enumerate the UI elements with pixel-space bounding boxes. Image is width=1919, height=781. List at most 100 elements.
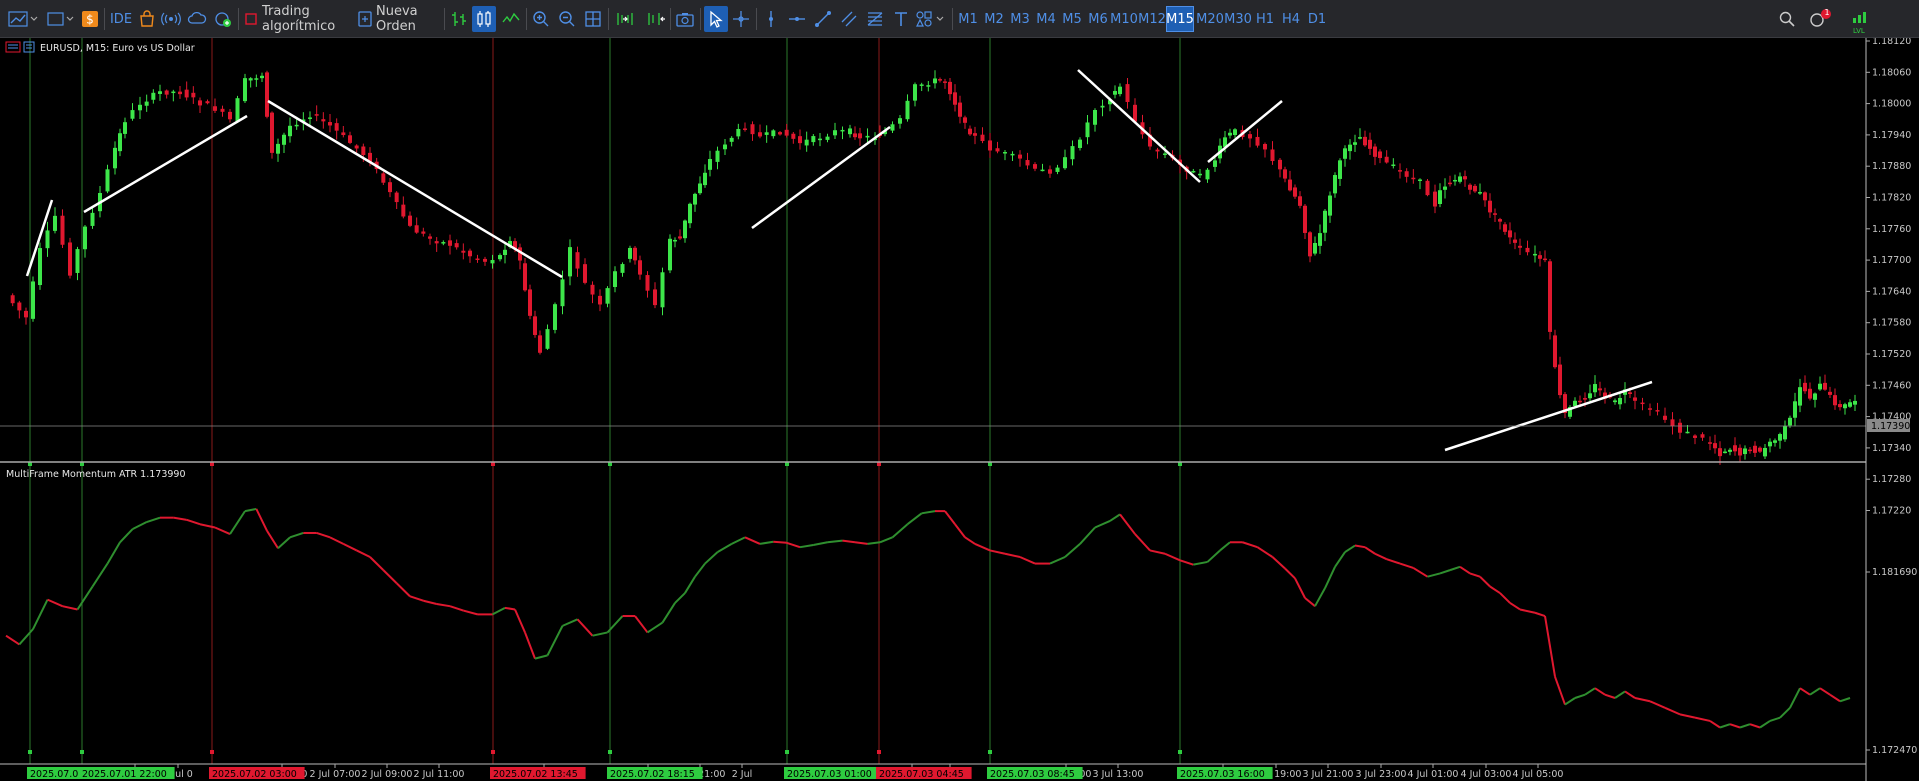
level-label: LVL — [1853, 27, 1865, 35]
candle-body — [421, 231, 426, 234]
candle-body — [1438, 190, 1442, 205]
candle-body — [1593, 384, 1597, 393]
algo-trading-icon[interactable] — [244, 6, 258, 32]
candle-body — [394, 192, 399, 203]
crosshair-icon[interactable] — [730, 6, 752, 32]
timeframe-m6[interactable]: M6 — [1086, 6, 1110, 32]
horizontal-line-icon[interactable] — [786, 6, 808, 32]
candle-body — [1078, 139, 1082, 148]
timeframe-h4[interactable]: H4 — [1280, 6, 1302, 32]
candle-body — [1803, 382, 1807, 392]
bar-chart-icon[interactable] — [448, 6, 470, 32]
candle-body — [804, 139, 809, 146]
candle-body — [771, 130, 776, 137]
vps-add-icon[interactable] — [212, 6, 234, 32]
candle-body — [1353, 142, 1357, 145]
candle-body — [294, 124, 299, 127]
timeframe-h1[interactable]: H1 — [1254, 6, 1276, 32]
price-tick-label: 1.17460 — [1872, 380, 1911, 391]
chart-shift-icon[interactable] — [642, 6, 668, 32]
candle-body — [853, 133, 857, 138]
screenshot-icon[interactable] — [674, 6, 696, 32]
ide-button[interactable]: IDE — [108, 6, 134, 32]
zoom-in-icon[interactable] — [530, 6, 552, 32]
cursor-icon[interactable] — [704, 6, 728, 32]
dollar-icon[interactable]: $ — [80, 6, 100, 32]
line-chart-icon[interactable] — [500, 6, 522, 32]
candle-body — [1738, 447, 1742, 456]
candle-body — [736, 128, 741, 137]
candle-body — [414, 225, 419, 233]
candle-body — [1853, 400, 1857, 405]
candle-body — [10, 295, 15, 304]
candle-body — [151, 92, 156, 100]
candle-body — [1163, 153, 1167, 155]
candle-body — [683, 220, 687, 239]
candle-body — [1655, 410, 1660, 412]
channel-icon[interactable] — [838, 6, 860, 32]
timeframe-m15[interactable]: M15 — [1166, 6, 1194, 32]
candle-body — [811, 136, 816, 143]
timeframe-m2[interactable]: M2 — [982, 6, 1006, 32]
candle-body — [1518, 245, 1522, 248]
candle-body — [408, 215, 412, 226]
vertical-line-icon[interactable] — [760, 6, 782, 32]
new-order-icon[interactable] — [358, 6, 372, 32]
candle-body — [660, 272, 665, 308]
timeframe-m20[interactable]: M20 — [1196, 6, 1224, 32]
fibonacci-icon[interactable] — [864, 6, 886, 32]
algo-trading-button[interactable]: Trading algorítmico — [262, 4, 354, 34]
timeframe-d1[interactable]: D1 — [1306, 6, 1328, 32]
auto-scroll-icon[interactable] — [612, 6, 638, 32]
candle-body — [1488, 200, 1492, 213]
candle-body — [1125, 84, 1130, 102]
chart-area[interactable]: 1.18120 1.18060 1.18000 1.17940 1.17880 1.178… — [0, 38, 1919, 781]
cloud-icon[interactable] — [186, 6, 208, 32]
candle-body — [448, 240, 452, 246]
timeframe-m1[interactable]: M1 — [956, 6, 980, 32]
chart-type-icon[interactable] — [6, 6, 40, 32]
candle-body — [1613, 400, 1617, 403]
timeframe-m3[interactable]: M3 — [1008, 6, 1032, 32]
candle-body — [1463, 176, 1467, 180]
candle-body — [1533, 253, 1537, 256]
candle-body — [1808, 388, 1812, 399]
candle-body — [1813, 393, 1817, 400]
shapes-menu-icon[interactable] — [914, 6, 948, 32]
candle-body — [1373, 146, 1377, 157]
candle-body — [568, 247, 572, 277]
market-bag-icon[interactable] — [136, 6, 158, 32]
search-icon[interactable] — [1776, 6, 1798, 32]
tile-windows-icon[interactable] — [582, 6, 604, 32]
candle-body — [1793, 401, 1797, 418]
timeframe-m5[interactable]: M5 — [1060, 6, 1084, 32]
price-tick-label: 1.18120 — [1872, 38, 1911, 47]
candle-body — [953, 92, 957, 105]
candle-body — [334, 123, 339, 131]
timeframe-m10[interactable]: M10 — [1110, 6, 1138, 32]
timeframe-m4[interactable]: M4 — [1034, 6, 1058, 32]
candle-body — [1425, 180, 1430, 196]
candle-body — [1100, 105, 1105, 108]
candle-body — [1728, 449, 1732, 452]
candle-body — [401, 204, 406, 217]
trendline-icon[interactable] — [812, 6, 834, 32]
new-order-button[interactable]: Nueva Orden — [376, 4, 438, 34]
text-tool-icon[interactable] — [890, 6, 912, 32]
candle-body — [158, 91, 162, 94]
candle-body — [248, 78, 253, 81]
signal-icon[interactable] — [160, 6, 182, 32]
candle-body — [988, 140, 992, 151]
candle-body — [693, 193, 697, 205]
zoom-out-icon[interactable] — [556, 6, 578, 32]
time-tick-label: 2 Jul 07:00 — [310, 769, 361, 780]
candle-body — [1578, 400, 1582, 403]
candlestick-icon[interactable] — [472, 6, 496, 32]
timeframe-m12[interactable]: M12 — [1138, 6, 1166, 32]
candle-body — [1718, 448, 1722, 457]
timeframe-m30[interactable]: M30 — [1224, 6, 1252, 32]
candle-body — [1343, 148, 1347, 159]
candle-body — [68, 242, 72, 276]
candle-body — [1398, 170, 1402, 172]
template-icon[interactable] — [46, 6, 76, 32]
